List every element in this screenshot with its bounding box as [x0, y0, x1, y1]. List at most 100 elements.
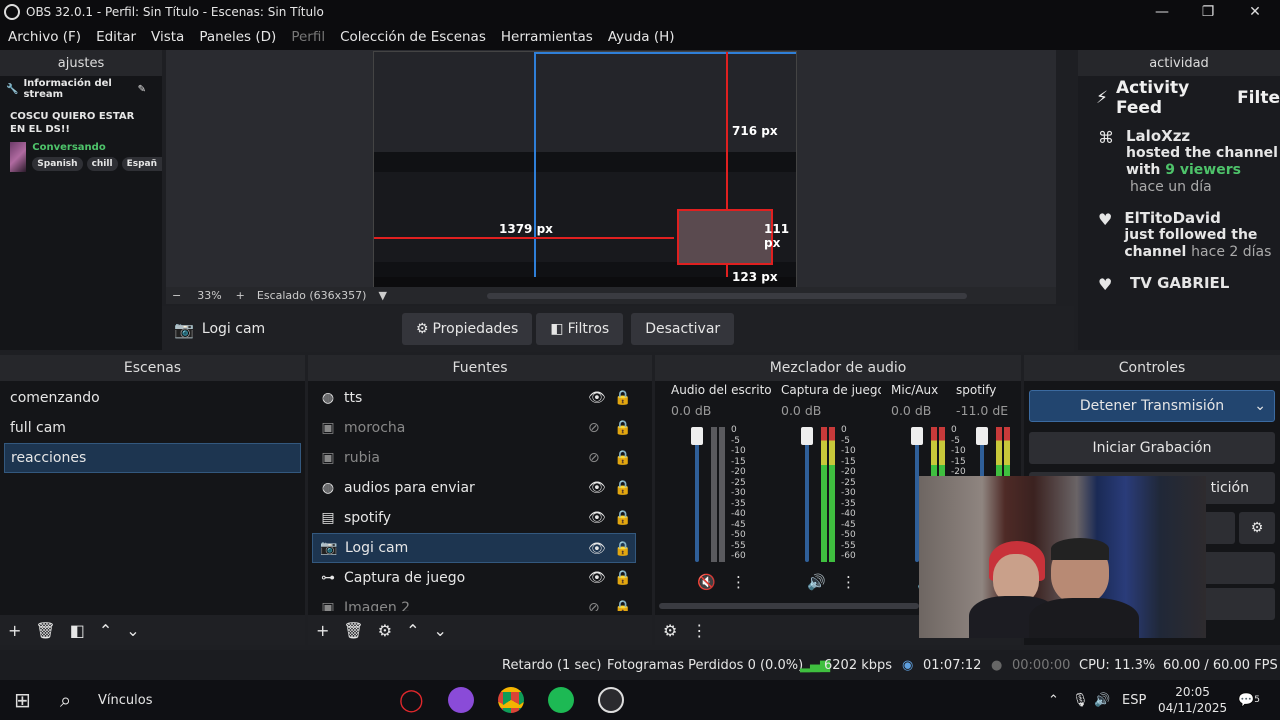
gear-icon[interactable]: ⚙ — [663, 621, 677, 640]
volume-icon[interactable]: 🔊 — [1094, 680, 1110, 720]
menu-herramientas[interactable]: Herramientas — [501, 29, 593, 45]
menu-archivo[interactable]: Archivo (F) — [8, 29, 81, 45]
obs-taskbar-icon[interactable] — [598, 680, 624, 720]
feed-item-time: hace 2 días — [1191, 244, 1272, 260]
close-button[interactable]: ✕ — [1232, 0, 1278, 24]
source-item[interactable]: ◍ tts 👁 🔒 — [308, 383, 652, 413]
source-item-selected[interactable]: 📷 Logi cam 👁 🔒 — [312, 533, 636, 563]
add-scene-button[interactable]: + — [8, 621, 21, 640]
source-item[interactable]: ◍ audios para enviar 👁 🔒 — [308, 473, 652, 503]
eye-icon[interactable]: 👁 — [588, 570, 606, 586]
eye-icon[interactable]: 👁 — [588, 510, 606, 526]
scene-item[interactable]: comenzando — [0, 383, 305, 413]
gamepad-icon: ⊶ — [321, 570, 335, 586]
filter-button[interactable]: Filte — [1237, 88, 1280, 108]
remove-source-button[interactable]: 🗑 — [343, 621, 363, 640]
volume-slider-handle[interactable] — [691, 427, 703, 445]
eye-hidden-icon[interactable]: ⊘ — [588, 420, 600, 436]
menu-perfil[interactable]: Perfil — [291, 29, 325, 45]
volume-slider-handle[interactable] — [976, 427, 988, 445]
lock-icon[interactable]: 🔒 — [614, 510, 631, 526]
properties-button[interactable]: ⚙ Propiedades — [401, 313, 533, 345]
title-bar: OBS 32.0.1 - Perfil: Sin Título - Escena… — [0, 0, 1280, 24]
minimize-button[interactable]: — — [1139, 0, 1185, 24]
chevron-up-icon[interactable]: ⌃ — [1048, 680, 1059, 720]
deactivate-button[interactable]: Desactivar — [631, 313, 735, 345]
eye-icon[interactable]: 👁 — [588, 541, 606, 557]
source-item[interactable]: ▣ Imagen 2 ⊘ 🔒 — [308, 593, 652, 611]
lock-icon[interactable]: 🔒 — [614, 450, 631, 466]
menu-ayuda[interactable]: Ayuda (H) — [608, 29, 675, 45]
move-up-button[interactable]: ⌃ — [99, 621, 112, 640]
tag-list: Spanish chill Españ — [32, 157, 162, 171]
search-icon[interactable]: ⌕ — [60, 680, 71, 720]
windows-start-icon[interactable]: ⊞ — [14, 680, 31, 720]
volume-slider-handle[interactable] — [801, 427, 813, 445]
lock-icon[interactable]: 🔒 — [614, 390, 631, 406]
clock[interactable]: 20:05 04/11/2025 — [1158, 680, 1227, 720]
menu-vista[interactable]: Vista — [151, 29, 184, 45]
chrome-icon[interactable] — [498, 680, 524, 720]
chevron-down-icon[interactable]: ⌄ — [1254, 398, 1266, 414]
spotify-icon[interactable] — [548, 680, 574, 720]
filters-button[interactable]: ◧ Filtros — [536, 313, 624, 345]
lock-icon[interactable]: 🔒 — [614, 600, 631, 611]
search-label[interactable]: Vínculos — [98, 680, 152, 720]
lock-icon[interactable]: 🔒 — [614, 570, 631, 586]
preview-scrollbar[interactable] — [486, 292, 967, 299]
preview-canvas[interactable]: 1379 px 111 px 716 px 123 px — [373, 51, 797, 288]
more-options-icon[interactable]: ⋮ — [731, 573, 746, 591]
lock-icon[interactable]: 🔒 — [614, 541, 631, 557]
activity-feed[interactable]: ⚡ Activity Feed Filte ⌘ LaloXzz hosted t… — [1078, 76, 1280, 350]
meter-scale-tick: -25 — [841, 477, 856, 488]
eye-icon[interactable]: 👁 — [588, 480, 606, 496]
microphone-icon[interactable]: 🎙 — [1072, 680, 1089, 720]
preview-bottom-bar: − 33% + Escalado (636x357) ▼ — [166, 287, 1056, 304]
volume-slider[interactable] — [805, 427, 809, 562]
speaker-icon[interactable]: 🔊 — [807, 573, 826, 591]
language-indicator[interactable]: ESP — [1122, 680, 1146, 720]
zoom-out-button[interactable]: − — [172, 289, 181, 302]
category-thumbnail — [10, 142, 27, 172]
chevron-down-icon[interactable]: ▼ — [378, 289, 386, 302]
eye-icon[interactable]: 👁 — [588, 390, 606, 406]
move-down-button[interactable]: ⌄ — [433, 621, 446, 640]
menu-coleccion-escenas[interactable]: Colección de Escenas — [340, 29, 486, 45]
more-options-icon[interactable]: ⋮ — [691, 621, 707, 640]
mixer-scrollbar[interactable] — [659, 603, 919, 609]
maximize-button[interactable]: ❐ — [1185, 0, 1231, 24]
move-down-button[interactable]: ⌄ — [126, 621, 139, 640]
eye-hidden-icon[interactable]: ⊘ — [588, 600, 600, 611]
source-item[interactable]: ⊶ Captura de juego 👁 🔒 — [308, 563, 652, 593]
volume-slider-handle[interactable] — [911, 427, 923, 445]
gear-icon[interactable]: ⚙ — [1239, 512, 1275, 544]
source-item[interactable]: ▤ spotify 👁 🔒 — [308, 503, 652, 533]
sources-title: Fuentes — [308, 355, 652, 381]
menu-editar[interactable]: Editar — [96, 29, 136, 45]
webcam-overlay — [919, 476, 1206, 638]
stop-stream-button[interactable]: Detener Transmisión ⌄ — [1029, 390, 1275, 422]
volume-slider[interactable] — [695, 427, 699, 562]
source-item[interactable]: ▣ morocha ⊘ 🔒 — [308, 413, 652, 443]
more-options-icon[interactable]: ⋮ — [841, 573, 856, 591]
start-record-button[interactable]: Iniciar Grabación — [1029, 432, 1275, 464]
opera-icon[interactable]: ◯ — [399, 680, 424, 720]
notifications-icon[interactable]: 💬 5 — [1238, 680, 1260, 720]
source-item[interactable]: ▣ rubia ⊘ 🔒 — [308, 443, 652, 473]
move-up-button[interactable]: ⌃ — [406, 621, 419, 640]
zoom-in-button[interactable]: + — [236, 289, 245, 302]
scene-item-selected[interactable]: reacciones — [4, 443, 301, 473]
scene-filters-button[interactable]: ◧ — [70, 621, 85, 640]
add-source-button[interactable]: + — [316, 621, 329, 640]
remove-scene-button[interactable]: 🗑 — [35, 621, 55, 640]
scene-item[interactable]: full cam — [0, 413, 305, 443]
edit-icon[interactable]: ✎ — [138, 84, 146, 95]
eye-hidden-icon[interactable]: ⊘ — [588, 450, 600, 466]
lock-icon[interactable]: 🔒 — [614, 420, 631, 436]
muted-speaker-icon[interactable]: 🔇 — [697, 573, 716, 591]
menu-paneles[interactable]: Paneles (D) — [199, 29, 276, 45]
discord-icon[interactable] — [448, 680, 474, 720]
lock-icon[interactable]: 🔒 — [614, 480, 631, 496]
ajustes-dock: ajustes 🔧 Información del stream ✎ COSCU… — [0, 50, 162, 350]
source-properties-button[interactable]: ⚙ — [378, 621, 392, 640]
